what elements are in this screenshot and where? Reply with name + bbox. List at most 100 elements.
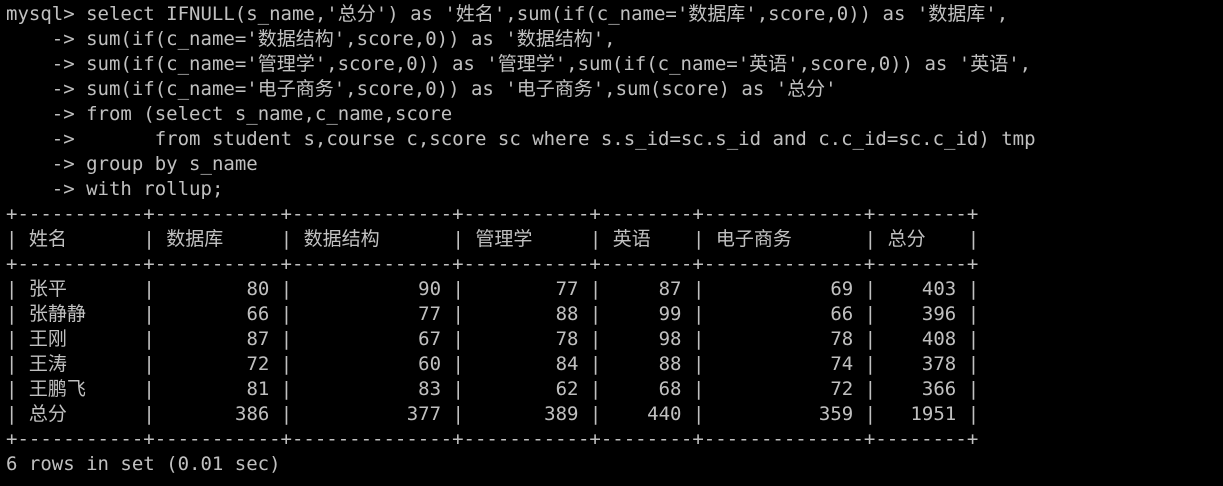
query-text: sum(if(c_name='电子商务',score,0)) as '电子商务'… (86, 78, 837, 100)
query-line-3: -> sum(if(c_name='管理学',score,0)) as '管理学… (6, 52, 1223, 77)
column-separator: | (280, 303, 304, 325)
table-row: | 王刚 | 87 | 67 | 78 | 98 | 78 | 408 | (6, 327, 1223, 352)
table-cell: 总分 (28, 403, 67, 425)
cell-padding (578, 228, 589, 250)
column-separator: | (280, 328, 304, 350)
continuation-prompt: -> (51, 53, 75, 75)
result-summary: 6 rows in set (0.01 sec) (6, 453, 281, 475)
table-row: | 王鹏飞 | 81 | 83 | 62 | 68 | 72 | 366 | (6, 377, 1223, 402)
cell-padding (132, 378, 143, 400)
continuation-prompt: -> (51, 178, 75, 200)
query-text: sum(if(c_name='管理学',score,0)) as '管理学',s… (86, 53, 1032, 75)
cell-padding (578, 403, 589, 425)
column-separator: | (452, 403, 476, 425)
cell-padding (132, 228, 143, 250)
column-separator: | (864, 378, 888, 400)
column-separator: | (6, 328, 29, 350)
table-cell: 396 (921, 303, 957, 325)
table-cell: 88 (555, 303, 579, 325)
cell-padding (441, 228, 452, 250)
column-separator: | (864, 278, 888, 300)
column-separator: | (692, 328, 716, 350)
column-separator: | (280, 228, 304, 250)
column-separator: | (589, 378, 613, 400)
column-header: 英语 (612, 228, 651, 250)
table-cell: 77 (555, 278, 579, 300)
table-cell: 78 (555, 328, 579, 350)
column-separator: | (143, 403, 167, 425)
cell-padding (132, 353, 143, 375)
column-separator: | (452, 378, 476, 400)
table-cell: 389 (544, 403, 579, 425)
continuation-prompt: -> (51, 153, 75, 175)
cell-padding (269, 403, 280, 425)
cell-padding (578, 303, 589, 325)
table-border: +-----------+-----------+--------------+… (6, 428, 979, 450)
continuation-prompt: -> (51, 78, 75, 100)
column-separator: | (692, 303, 716, 325)
column-separator: | (967, 353, 980, 375)
cell-padding (441, 328, 452, 350)
table-row: | 张静静 | 66 | 77 | 88 | 99 | 66 | 396 | (6, 302, 1223, 327)
cell-padding (578, 328, 589, 350)
table-cell: 386 (235, 403, 270, 425)
table-cell: 98 (658, 328, 682, 350)
query-line-4: -> sum(if(c_name='电子商务',score,0)) as '电子… (6, 77, 1223, 102)
cell-padding (681, 278, 692, 300)
cell-padding (853, 328, 864, 350)
cell-padding (269, 278, 280, 300)
column-separator: | (6, 353, 29, 375)
column-header: 总分 (887, 228, 926, 250)
table-cell: 403 (921, 278, 957, 300)
cell-padding (441, 303, 452, 325)
column-separator: | (6, 228, 29, 250)
column-separator: | (589, 353, 613, 375)
table-cell: 87 (658, 278, 682, 300)
table-border: +-----------+-----------+--------------+… (6, 253, 979, 275)
mysql-terminal[interactable]: mysql> select IFNULL(s_name,'总分') as '姓名… (0, 0, 1223, 486)
table-cell: 74 (830, 353, 854, 375)
query-line-6: -> from student s,course c,score sc wher… (6, 127, 1223, 152)
column-separator: | (280, 353, 304, 375)
column-separator: | (692, 353, 716, 375)
cell-padding (578, 353, 589, 375)
column-separator: | (589, 278, 613, 300)
column-separator: | (967, 303, 980, 325)
table-cell: 377 (406, 403, 442, 425)
cell-padding (269, 228, 280, 250)
column-separator: | (143, 278, 167, 300)
table-cell: 72 (246, 353, 270, 375)
cell-padding (269, 378, 280, 400)
cell-padding (956, 278, 967, 300)
table-cell: 王刚 (28, 328, 67, 350)
column-separator: | (280, 278, 304, 300)
column-separator: | (143, 228, 167, 250)
column-separator: | (280, 403, 304, 425)
cell-padding (681, 353, 692, 375)
table-cell: 张静静 (28, 303, 86, 325)
cell-padding (441, 353, 452, 375)
result-table: +-----------+-----------+--------------+… (6, 202, 1223, 452)
cell-padding (269, 328, 280, 350)
cell-padding (853, 278, 864, 300)
column-separator: | (143, 353, 167, 375)
column-separator: | (6, 378, 29, 400)
column-separator: | (967, 328, 980, 350)
cell-padding (853, 378, 864, 400)
table-border: +-----------+-----------+--------------+… (6, 203, 979, 225)
continuation-prompt: -> (51, 103, 75, 125)
table-cell: 77 (418, 303, 442, 325)
column-header: 管理学 (475, 228, 533, 250)
query-text: from student s,course c,score sc where s… (86, 128, 1036, 150)
column-separator: | (967, 228, 980, 250)
cell-padding (578, 278, 589, 300)
column-separator: | (967, 378, 980, 400)
table-cell: 408 (921, 328, 957, 350)
query-text: from (select s_name,c_name,score (86, 103, 453, 125)
table-cell: 69 (830, 278, 854, 300)
cell-padding (681, 228, 692, 250)
column-separator: | (967, 278, 980, 300)
cell-padding (956, 378, 967, 400)
cell-padding (269, 353, 280, 375)
cell-padding (132, 278, 143, 300)
